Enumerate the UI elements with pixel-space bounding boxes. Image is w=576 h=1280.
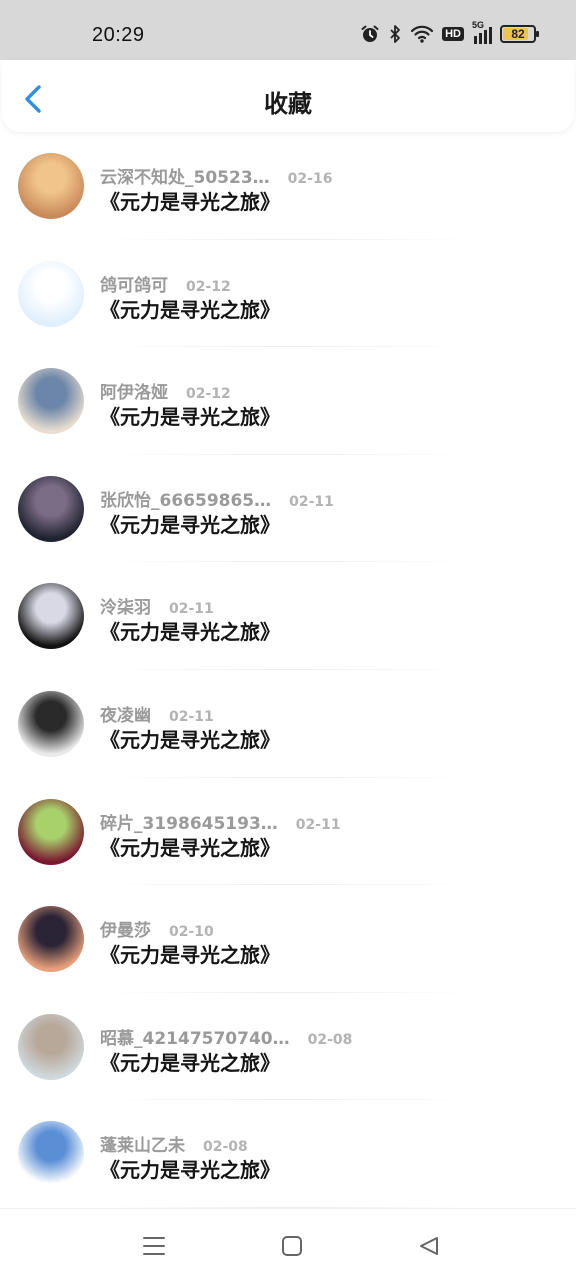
menu-icon[interactable] — [142, 1235, 166, 1257]
item-meta: 阿伊洛娅 02-12 — [100, 378, 231, 403]
hd-icon: HD — [442, 27, 464, 41]
book-title[interactable]: 《元力是寻光之旅》 — [100, 939, 280, 968]
user-name[interactable]: 昭慕_42147570740… — [100, 1024, 290, 1049]
item-meta: 碎片_3198645193… 02-11 — [100, 809, 341, 834]
battery-icon: 82 — [500, 25, 539, 43]
favorite-date: 02-11 — [295, 816, 341, 833]
wifi-icon — [411, 25, 434, 43]
book-title[interactable]: 《元力是寻光之旅》 — [100, 724, 280, 753]
favorite-item[interactable]: 鸽可鸽可 02-12 《元力是寻光之旅》 — [0, 240, 576, 348]
avatar[interactable] — [18, 260, 84, 327]
battery-level: 82 — [511, 27, 525, 41]
5g-signal-icon: 5G — [472, 20, 492, 44]
favorites-list: 云深不知处_50523… 02-16 《元力是寻光之旅》 鸽可鸽可 02-12 《元力是寻… — [0, 132, 576, 1208]
user-name[interactable]: 夜凌幽 — [100, 701, 151, 726]
avatar[interactable] — [18, 1013, 84, 1080]
favorite-item[interactable]: 泠柒羽 02-11 《元力是寻光之旅》 — [0, 562, 576, 670]
favorite-date: 02-11 — [289, 493, 334, 510]
page-title: 收藏 — [264, 90, 312, 118]
back-triangle-icon[interactable] — [418, 1235, 440, 1257]
book-title[interactable]: 《元力是寻光之旅》 — [100, 401, 280, 430]
book-title[interactable]: 《元力是寻光之旅》 — [100, 1154, 280, 1183]
favorite-date: 02-12 — [186, 386, 231, 403]
avatar[interactable] — [18, 690, 84, 757]
status-time: 20:29 — [92, 24, 145, 46]
item-meta: 泠柒羽 02-11 — [100, 593, 214, 618]
favorite-date: 02-10 — [169, 924, 214, 941]
network-type-label: 5G — [472, 20, 485, 30]
favorite-item[interactable]: 伊曼莎 02-10 《元力是寻光之旅》 — [0, 885, 576, 993]
favorite-date: 02-11 — [169, 708, 214, 725]
item-meta: 夜凌幽 02-11 — [100, 701, 214, 726]
book-title[interactable]: 《元力是寻光之旅》 — [100, 616, 280, 645]
alarm-icon — [361, 25, 379, 42]
book-title[interactable]: 《元力是寻光之旅》 — [100, 186, 280, 215]
book-title[interactable]: 《元力是寻光之旅》 — [100, 509, 280, 538]
item-meta: 鸽可鸽可 02-12 — [100, 271, 231, 296]
item-meta: 昭慕_42147570740… 02-08 — [100, 1024, 352, 1049]
favorite-item[interactable]: 昭慕_42147570740… 02-08 《元力是寻光之旅》 — [0, 993, 576, 1101]
favorite-date: 02-12 — [186, 278, 231, 295]
user-name[interactable]: 鸽可鸽可 — [100, 271, 168, 296]
favorite-item[interactable]: 夜凌幽 02-11 《元力是寻光之旅》 — [0, 670, 576, 778]
item-meta: 蓬莱山乙未 02-08 — [100, 1131, 248, 1156]
avatar[interactable] — [18, 475, 84, 542]
favorite-date: 02-08 — [203, 1139, 248, 1156]
user-name[interactable]: 阿伊洛娅 — [100, 378, 168, 403]
favorite-date: 02-16 — [287, 171, 333, 187]
user-name[interactable]: 张欣怡_66659865… — [100, 486, 271, 511]
home-square-icon[interactable] — [281, 1235, 303, 1257]
user-name[interactable]: 碎片_3198645193… — [100, 809, 278, 834]
favorite-item[interactable]: 阿伊洛娅 02-12 《元力是寻光之旅》 — [0, 347, 576, 455]
favorite-item[interactable]: 碎片_3198645193… 02-11 《元力是寻光之旅》 — [0, 778, 576, 886]
user-name[interactable]: 云深不知处_50523… — [100, 163, 270, 188]
book-title[interactable]: 《元力是寻光之旅》 — [100, 294, 280, 323]
avatar[interactable] — [18, 583, 84, 650]
status-bar: 20:29 HD 5G 82 — [0, 0, 576, 60]
item-meta: 伊曼莎 02-10 — [100, 916, 214, 941]
avatar[interactable] — [18, 906, 84, 973]
user-name[interactable]: 伊曼莎 — [100, 916, 151, 941]
user-name[interactable]: 泠柒羽 — [100, 593, 151, 618]
user-name[interactable]: 蓬莱山乙未 — [100, 1131, 185, 1156]
favorite-date: 02-11 — [169, 601, 214, 618]
avatar[interactable] — [18, 1121, 84, 1188]
top-app-bar: 收藏 — [2, 60, 574, 132]
favorite-item[interactable]: 张欣怡_66659865… 02-11 《元力是寻光之旅》 — [0, 455, 576, 563]
avatar[interactable] — [18, 368, 84, 435]
avatar[interactable] — [18, 798, 84, 865]
favorite-item[interactable]: 云深不知处_50523… 02-16 《元力是寻光之旅》 — [0, 132, 576, 240]
status-icons: HD 5G 82 — [360, 20, 539, 44]
item-meta: 张欣怡_66659865… 02-11 — [100, 486, 334, 511]
book-title[interactable]: 《元力是寻光之旅》 — [100, 832, 280, 861]
book-title[interactable]: 《元力是寻光之旅》 — [100, 1047, 280, 1076]
item-meta: 云深不知处_50523… 02-16 — [100, 163, 332, 188]
avatar[interactable] — [18, 153, 84, 219]
system-nav-bar — [0, 1208, 576, 1280]
favorite-date: 02-08 — [307, 1031, 353, 1048]
bluetooth-icon — [390, 25, 401, 43]
favorite-item[interactable]: 蓬莱山乙未 02-08 《元力是寻光之旅》 — [0, 1100, 576, 1208]
